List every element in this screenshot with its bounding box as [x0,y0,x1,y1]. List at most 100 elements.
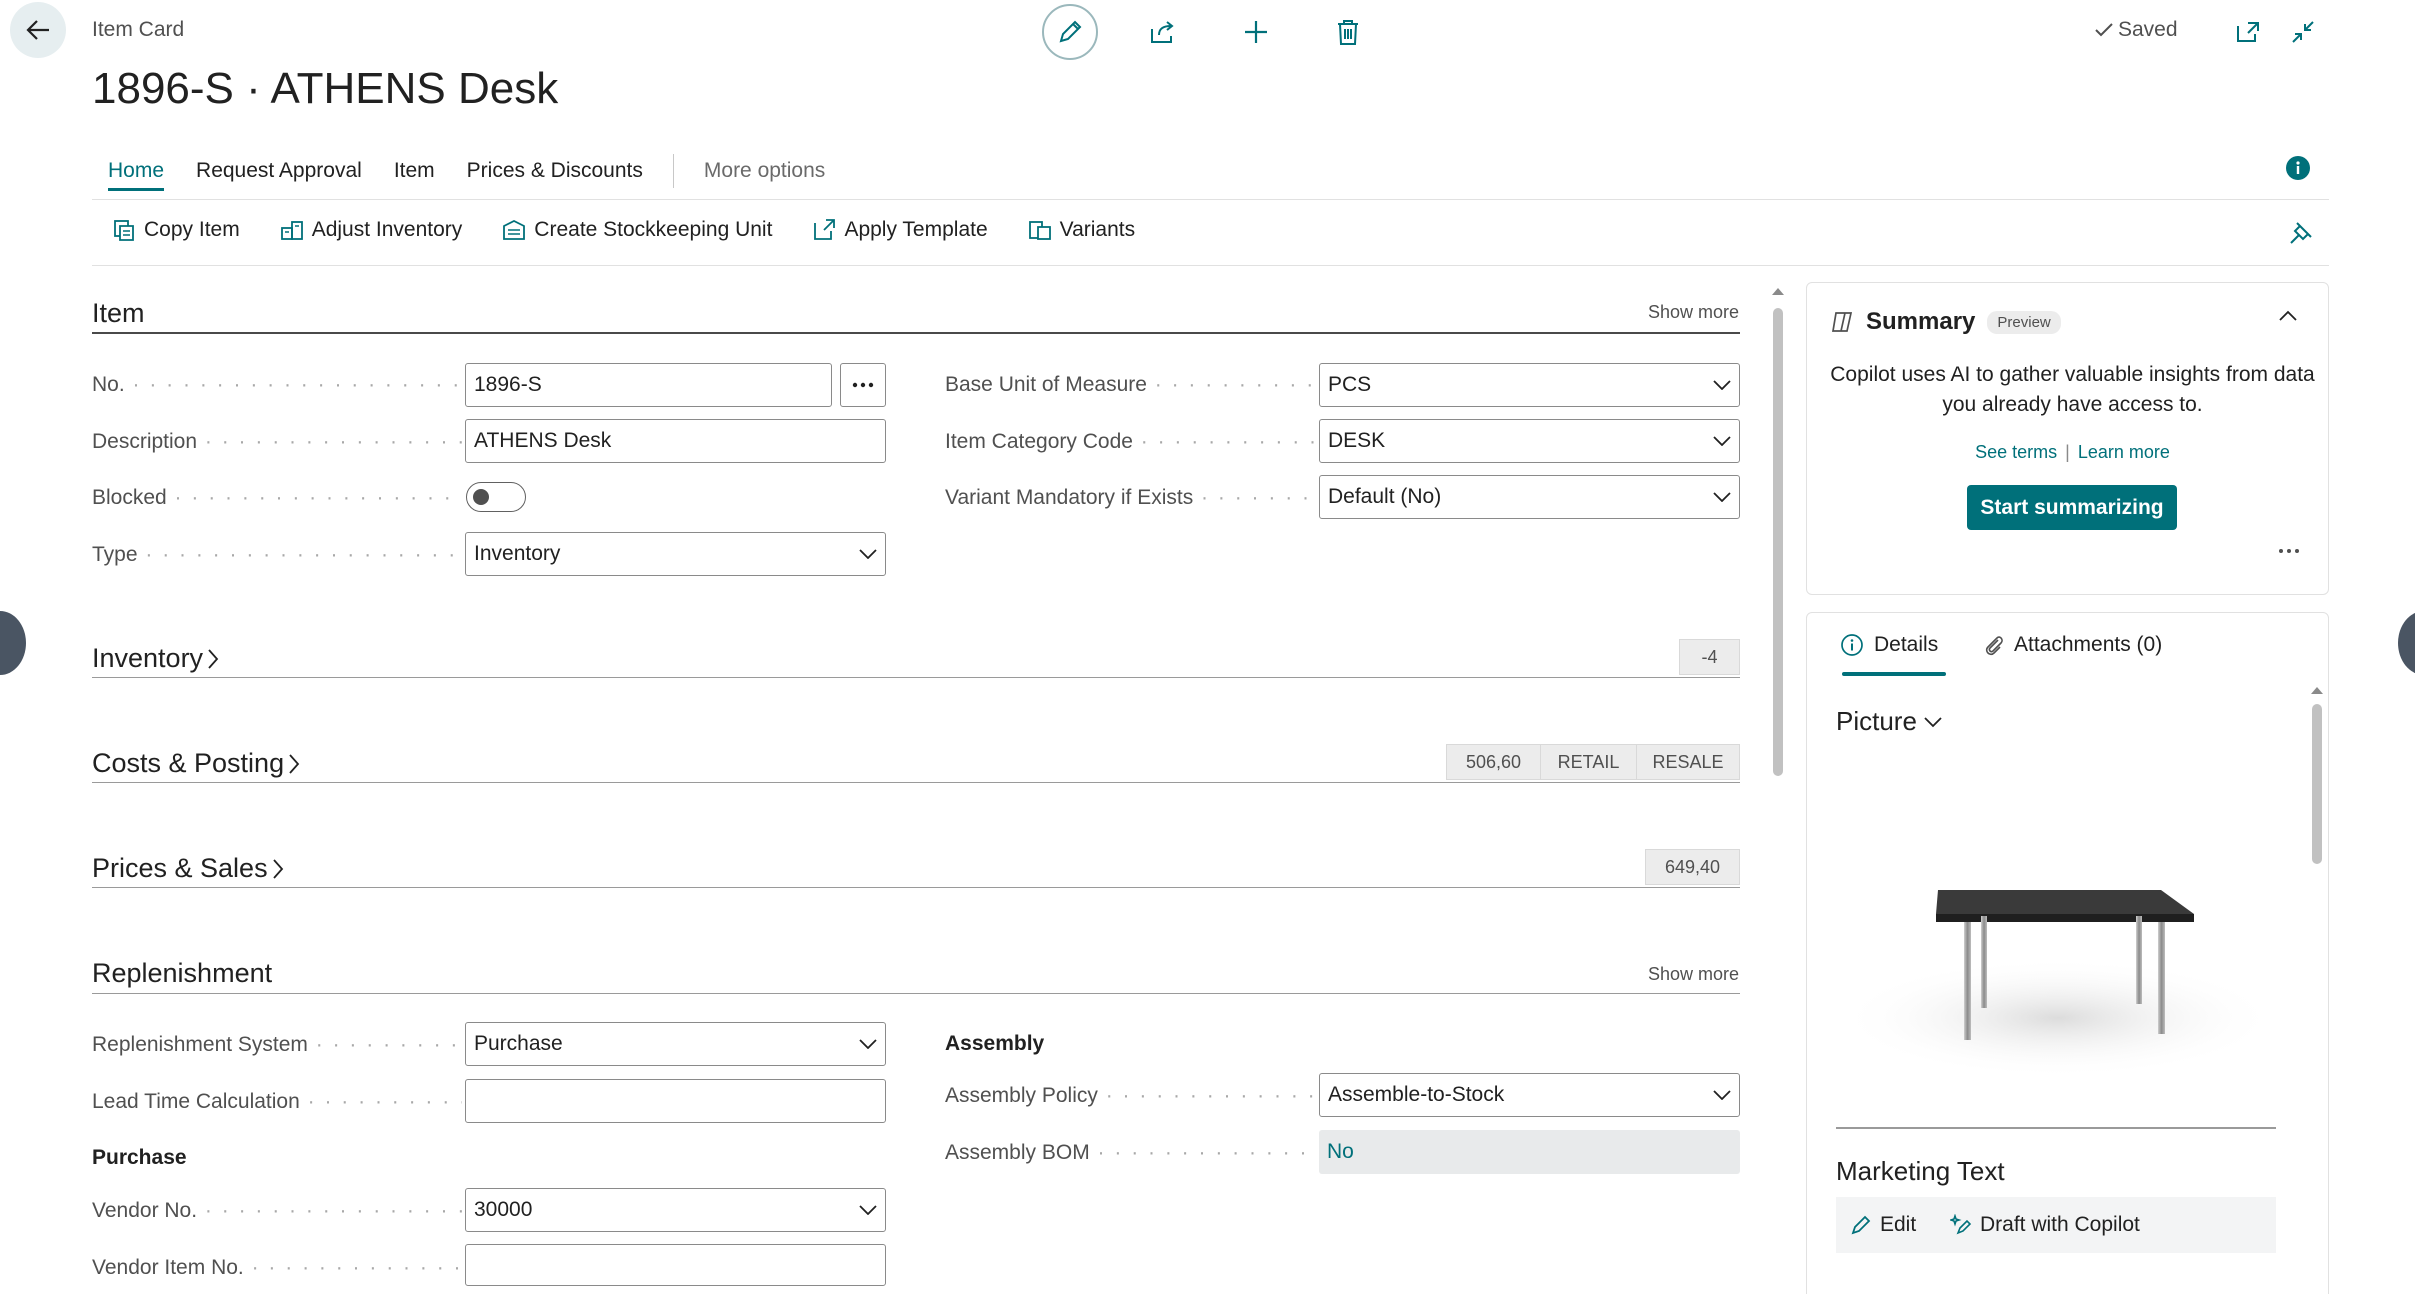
preview-badge: Preview [1987,310,2061,334]
next-record-button[interactable] [2398,611,2415,675]
assembly-bom-label: Assembly BOM [945,1141,1315,1165]
gen-prod-posting-badge: RETAIL [1541,744,1637,780]
back-button[interactable] [10,2,66,58]
chevron-right-icon [289,753,300,774]
summary-more-button[interactable] [2278,548,2300,554]
marketing-edit-button[interactable]: Edit [1850,1213,1916,1237]
item-show-more-link[interactable]: Show more [1648,302,1739,323]
see-terms-link[interactable]: See terms [1975,442,2057,463]
apply-template-label: Apply Template [844,218,988,241]
inventory-badge: -4 [1679,639,1740,675]
inventory-rule [92,677,1740,678]
chevron-down-icon [1713,436,1731,446]
open-new-window-button[interactable] [2220,4,2276,60]
info-icon[interactable] [2286,156,2310,180]
copy-item-button[interactable]: Copy Item [112,218,240,242]
copilot-icon [1831,312,1853,332]
chevron-right-icon [272,858,283,879]
details-tab-indicator [1842,672,1946,676]
assembly-policy-select[interactable]: Assemble-to-Stock [1319,1073,1740,1117]
vendor-no-label: Vendor No. [92,1199,462,1223]
marketing-text-title: Marketing Text [1836,1156,2005,1186]
arrow-left-icon [26,20,49,40]
attachments-tab-label: Attachments (0) [2014,633,2163,656]
summary-description: Copilot uses AI to gather valuable insig… [1830,363,2315,416]
summary-title: Summary [1866,308,1976,335]
costs-badges: 506,60 RETAIL RESALE [1446,744,1740,780]
learn-more-link[interactable]: Learn more [2078,442,2170,463]
previous-record-button[interactable] [0,611,26,675]
factbox-scroll-up-arrow[interactable] [2310,685,2324,695]
item-picture[interactable] [1836,760,2276,1130]
type-select[interactable]: Inventory [465,532,886,576]
collapse-button[interactable] [2275,4,2331,60]
tab-item[interactable]: Item [394,159,435,183]
chevron-down-icon [1713,1090,1731,1100]
new-button[interactable] [1228,4,1284,60]
summary-header: Summary Preview [1830,308,2061,336]
chevron-down-icon [1713,492,1731,502]
apply-template-button[interactable]: Apply Template [812,218,988,242]
draft-with-copilot-label: Draft with Copilot [1980,1213,2140,1236]
summary-collapse-button[interactable] [2278,310,2298,322]
main-scroll-up-arrow[interactable] [1771,286,1785,296]
picture-divider [1836,1127,2276,1129]
inventory-posting-badge: RESALE [1637,744,1740,780]
share-button[interactable] [1135,4,1191,60]
copy-icon [114,220,134,241]
variant-mandatory-select[interactable]: Default (No) [1319,475,1740,519]
factbox-scrollbar-thumb[interactable] [2312,704,2322,864]
attachments-tab[interactable]: Attachments (0) [1982,633,2162,657]
picture-header[interactable]: Picture [1836,706,1943,737]
paperclip-icon [1985,636,2003,656]
unpin-button[interactable] [2288,220,2314,246]
create-stockkeeping-unit-button[interactable]: Create Stockkeeping Unit [502,218,772,242]
create-stockkeeping-unit-label: Create Stockkeeping Unit [534,218,773,241]
vendor-no-select[interactable]: 30000 [465,1188,886,1232]
lead-time-input[interactable] [465,1079,886,1123]
replenishment-rule [92,993,1740,994]
edit-label: Edit [1880,1213,1917,1236]
prices-sales-section-title[interactable]: Prices & Sales [92,853,284,884]
pin-icon [2290,222,2312,244]
replenishment-show-more-link[interactable]: Show more [1648,964,1739,985]
no-input[interactable]: 1896-S [465,363,832,407]
main-scrollbar-thumb[interactable] [1773,308,1783,776]
item-category-select[interactable]: DESK [1319,419,1740,463]
description-input[interactable]: ATHENS Desk [465,419,886,463]
no-lookup-button[interactable] [840,363,886,407]
adjust-inventory-label: Adjust Inventory [311,218,463,241]
base-uom-select[interactable]: PCS [1319,363,1740,407]
pencil-icon [1851,1215,1871,1235]
delete-button[interactable] [1320,4,1376,60]
details-tab[interactable]: Details [1840,633,1938,657]
pencil-icon [1059,20,1082,43]
inventory-section-title[interactable]: Inventory [92,643,219,674]
tab-more-options[interactable]: More options [704,159,825,183]
edit-button[interactable] [1042,4,1098,60]
trash-icon [1338,20,1358,45]
adjust-inventory-button[interactable]: Adjust Inventory [280,218,463,242]
ellipsis-icon [852,382,874,388]
tab-request-approval[interactable]: Request Approval [196,159,362,183]
ellipsis-icon [2279,549,2299,553]
blocked-toggle[interactable] [466,482,526,512]
costs-posting-section-title[interactable]: Costs & Posting [92,748,300,779]
replenishment-system-select[interactable]: Purchase [465,1022,886,1066]
replenishment-section-title[interactable]: Replenishment [92,958,272,989]
variants-button[interactable]: Variants [1028,218,1135,242]
assembly-bom-value[interactable]: No [1319,1130,1740,1174]
start-summarizing-button[interactable]: Start summarizing [1967,485,2177,530]
no-label: No. [92,373,462,397]
draft-with-copilot-button[interactable]: Draft with Copilot [1950,1213,2140,1237]
tabs-divider [92,199,2329,200]
item-section-title[interactable]: Item [92,298,145,329]
adjust-inventory-icon [280,221,303,240]
open-in-new-window-icon [2237,22,2259,42]
details-tab-label: Details [1874,633,1939,656]
tab-prices-discounts[interactable]: Prices & Discounts [467,159,643,183]
saved-label: Saved [2118,18,2178,41]
vendor-item-no-input[interactable] [465,1244,886,1286]
tab-home[interactable]: Home [108,159,165,191]
chevron-down-icon [859,549,877,559]
